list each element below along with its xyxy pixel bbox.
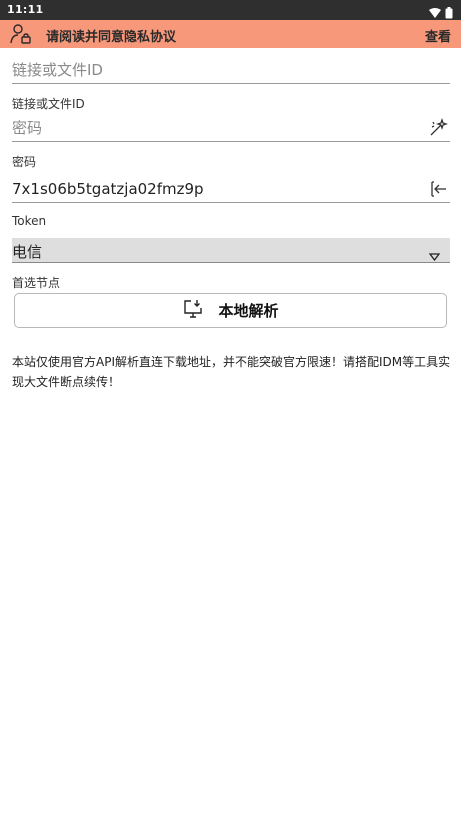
status-time: 11:11	[7, 3, 44, 16]
local-parse-button[interactable]: 本地解析	[14, 293, 447, 328]
node-select-label: 首选节点	[12, 276, 61, 290]
token-input[interactable]	[12, 177, 412, 201]
link-field	[12, 58, 450, 84]
token-field	[12, 177, 450, 203]
info-text: 本站仅使用官方API解析直连下载地址，并不能突破官方限速！请搭配IDM等工具实现…	[12, 355, 451, 389]
token-field-label: Token	[12, 214, 47, 228]
login-icon[interactable]	[428, 179, 448, 199]
view-privacy-button[interactable]: 查看	[425, 26, 451, 45]
privacy-notice-text: 请阅读并同意隐私协议	[46, 30, 177, 45]
password-field-label: 密码	[12, 155, 37, 169]
user-privacy-icon	[10, 23, 32, 45]
link-input[interactable]	[12, 58, 412, 82]
password-field	[12, 116, 450, 142]
privacy-notice-banner: 请阅读并同意隐私协议 查看	[0, 20, 461, 48]
password-input[interactable]	[12, 116, 412, 140]
link-field-label: 链接或文件ID	[12, 97, 85, 111]
magic-wand-icon[interactable]	[428, 117, 449, 138]
local-parse-label: 本地解析	[218, 302, 279, 320]
dropdown-arrow-icon	[428, 246, 441, 265]
download-monitor-icon	[182, 298, 204, 324]
status-bar: 11:11	[0, 0, 461, 20]
node-select-value: 电信	[12, 243, 43, 261]
node-select[interactable]: 电信	[12, 238, 450, 263]
